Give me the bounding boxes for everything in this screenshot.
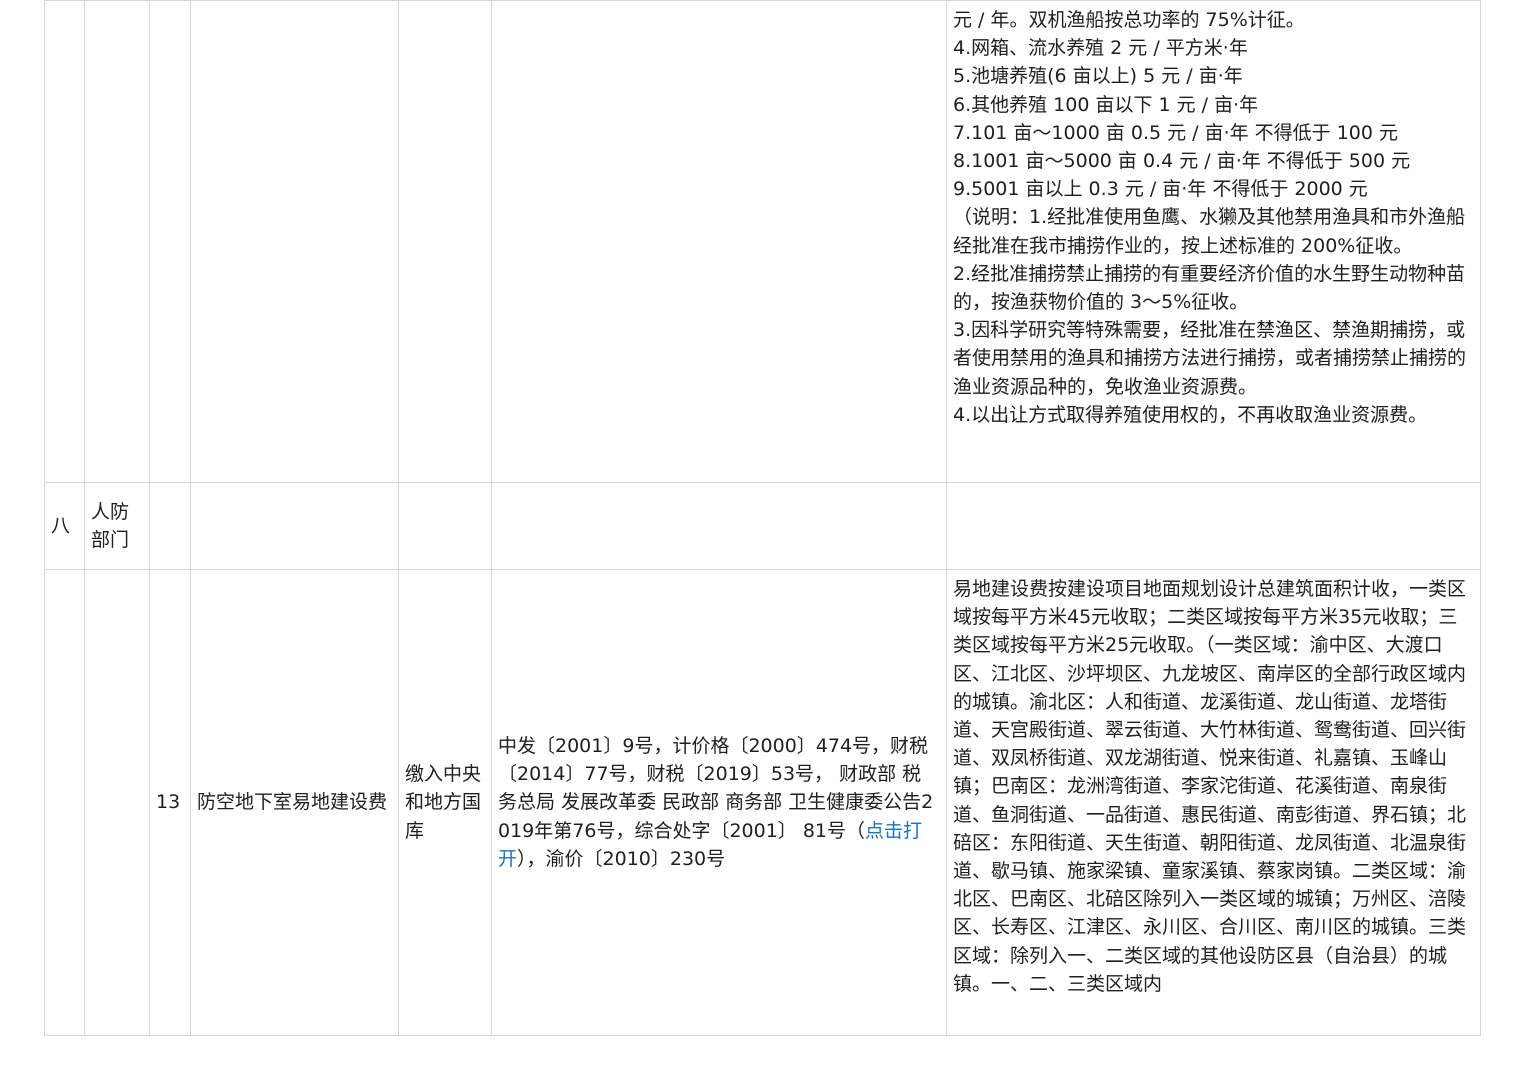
item-index: 13 — [149, 569, 191, 1036]
standard-line: 9.5001 亩以上 0.3 元 / 亩·年 不得低于 2000 元 — [953, 178, 1368, 201]
standard-line: 2.经批准捕捞禁止捕捞的有重要经济价值的水生野生动物种苗的，按渔获物价值的 3～… — [953, 262, 1466, 314]
item-treasury: 缴入中央和地方国库 — [398, 569, 492, 1036]
standard-line: 8.1001 亩～5000 亩 0.4 元 / 亩·年 不得低于 500 元 — [953, 150, 1411, 173]
item-standard: 易地建设费按建设项目地面规划设计总建筑面积计收，一类区域按每平方米45元收取；二… — [946, 569, 1481, 1036]
cell-standard — [946, 482, 1481, 570]
cell-index — [149, 482, 191, 570]
standard-line: 4.网箱、流水养殖 2 元 / 平方米·年 — [953, 37, 1248, 60]
standard-line: （说明：1.经批准使用鱼鹰、水獭及其他禁用渔具和市外渔船经批准在我市捕捞作业的，… — [953, 206, 1466, 257]
item-fee-name: 防空地下室易地建设费 — [190, 569, 399, 1036]
cell-fee-name — [190, 482, 399, 570]
standard-line: 元 / 年。双机渔船按总功率的 75%计征。 — [953, 9, 1305, 31]
table-row-item: 13 防空地下室易地建设费 缴入中央和地方国库 中发〔2001〕9号，计价格〔2… — [44, 569, 1481, 1036]
cell-basis — [491, 0, 947, 483]
cell-index — [149, 0, 191, 483]
standard-line: 3.因科学研究等特殊需要，经批准在禁渔区、禁渔期捕捞，或者使用禁用的渔具和捕捞方… — [953, 319, 1467, 398]
cell-standard-continued: 元 / 年。双机渔船按总功率的 75%计征。 4.网箱、流水养殖 2 元 / 平… — [946, 0, 1481, 483]
cell-department — [84, 569, 150, 1036]
basis-text-after: ），渝价〔2010〕230号 — [517, 847, 726, 870]
table-row-section: 八 人防部门 — [44, 482, 1481, 570]
cell-treasury — [398, 0, 492, 483]
cell-basis — [491, 482, 947, 570]
cell-department — [84, 0, 150, 483]
standard-line: 6.其他养殖 100 亩以下 1 元 / 亩·年 — [953, 93, 1259, 116]
cell-number — [44, 569, 85, 1036]
standard-line: 7.101 亩～1000 亩 0.5 元 / 亩·年 不得低于 100 元 — [953, 121, 1399, 144]
cell-fee-name — [190, 0, 399, 483]
standard-line: 4.以出让方式取得养殖使用权的，不再收取渔业资源费。 — [953, 403, 1428, 426]
cell-treasury — [398, 482, 492, 570]
section-number: 八 — [44, 482, 85, 570]
table-row-continued: 元 / 年。双机渔船按总功率的 75%计征。 4.网箱、流水养殖 2 元 / 平… — [44, 0, 1481, 483]
section-department: 人防部门 — [84, 482, 150, 570]
standard-line: 5.池塘养殖(6 亩以上) 5 元 / 亩·年 — [953, 65, 1243, 88]
item-basis: 中发〔2001〕9号，计价格〔2000〕474号，财税〔2014〕77号，财税〔… — [491, 569, 947, 1036]
cell-number — [44, 0, 85, 483]
fee-table: 元 / 年。双机渔船按总功率的 75%计征。 4.网箱、流水养殖 2 元 / 平… — [44, 0, 1481, 1036]
